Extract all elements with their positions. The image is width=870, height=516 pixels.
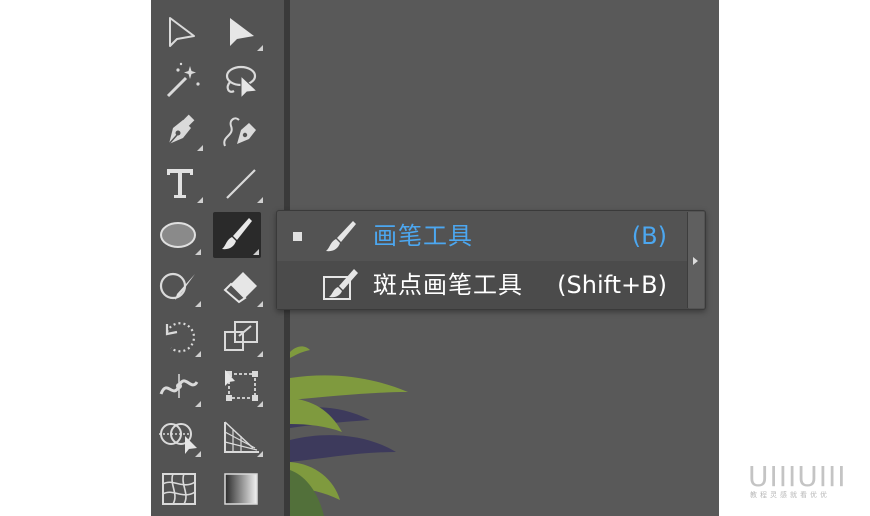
flyout-tearoff-handle[interactable] bbox=[687, 212, 704, 308]
submenu-indicator bbox=[195, 451, 201, 457]
pen-tool[interactable] bbox=[157, 108, 205, 154]
paintbrush-icon bbox=[326, 221, 356, 252]
flyout-item-blob-brush[interactable]: 斑点画笔工具 (Shift+B) bbox=[277, 261, 689, 309]
submenu-indicator bbox=[195, 351, 201, 357]
watermark-logo: UIIIUIII bbox=[748, 460, 847, 493]
chevron-right-icon bbox=[693, 257, 698, 265]
free-transform-tool[interactable] bbox=[217, 364, 265, 410]
submenu-indicator bbox=[257, 301, 263, 307]
shape-builder-tool[interactable] bbox=[155, 414, 203, 460]
mesh-tool[interactable] bbox=[155, 466, 203, 512]
submenu-indicator bbox=[195, 401, 201, 407]
flyout-item-label: 斑点画笔工具 bbox=[373, 271, 523, 299]
paintbrush-tool[interactable] bbox=[213, 212, 261, 258]
mesh-icon bbox=[162, 473, 196, 505]
flyout-item-paintbrush[interactable]: 画笔工具 (B) bbox=[277, 212, 689, 260]
gradient-tool[interactable] bbox=[217, 466, 265, 512]
submenu-indicator bbox=[257, 401, 263, 407]
submenu-indicator bbox=[197, 197, 203, 203]
blob-brush-icon bbox=[323, 269, 358, 300]
ellipse-tool[interactable] bbox=[155, 212, 203, 258]
submenu-indicator bbox=[195, 249, 201, 255]
direct-selection-tool[interactable] bbox=[217, 8, 265, 54]
submenu-indicator bbox=[195, 301, 201, 307]
submenu-indicator bbox=[197, 145, 203, 151]
lasso-icon bbox=[225, 65, 259, 100]
curvature-tool[interactable] bbox=[217, 108, 265, 154]
watermark-subtitle: 教程灵感就看优优 bbox=[750, 491, 830, 499]
gradient-icon bbox=[224, 473, 258, 505]
submenu-indicator bbox=[253, 249, 259, 255]
submenu-indicator bbox=[257, 451, 263, 457]
flyout-item-shortcut: (B) bbox=[631, 222, 667, 250]
submenu-indicator bbox=[257, 197, 263, 203]
width-tool[interactable] bbox=[155, 364, 203, 410]
magic-wand-icon bbox=[166, 62, 200, 98]
submenu-indicator bbox=[257, 45, 263, 51]
curvature-pen-icon bbox=[223, 117, 256, 147]
selection-tool[interactable] bbox=[157, 8, 205, 54]
selected-indicator bbox=[293, 232, 302, 241]
magic-wand-tool[interactable] bbox=[157, 58, 205, 104]
eraser-tool[interactable] bbox=[217, 264, 265, 310]
perspective-grid-tool[interactable] bbox=[217, 414, 265, 460]
line-segment-tool[interactable] bbox=[217, 160, 265, 206]
flyout-item-label: 画笔工具 bbox=[373, 222, 473, 250]
selection-arrow-icon bbox=[169, 17, 195, 47]
tools-panel bbox=[151, 0, 284, 516]
scale-tool[interactable] bbox=[217, 314, 265, 360]
watermark: UIIIUIII 教程灵感就看优优 bbox=[748, 460, 858, 504]
rotate-tool[interactable] bbox=[155, 314, 203, 360]
type-tool[interactable] bbox=[157, 160, 205, 206]
lasso-tool[interactable] bbox=[217, 58, 265, 104]
submenu-indicator bbox=[257, 351, 263, 357]
shaper-tool[interactable] bbox=[155, 264, 203, 310]
flyout-item-shortcut: (Shift+B) bbox=[557, 271, 667, 299]
brush-tools-flyout: 画笔工具 (B) 斑点画笔工具 (Shift+B) bbox=[276, 210, 706, 310]
